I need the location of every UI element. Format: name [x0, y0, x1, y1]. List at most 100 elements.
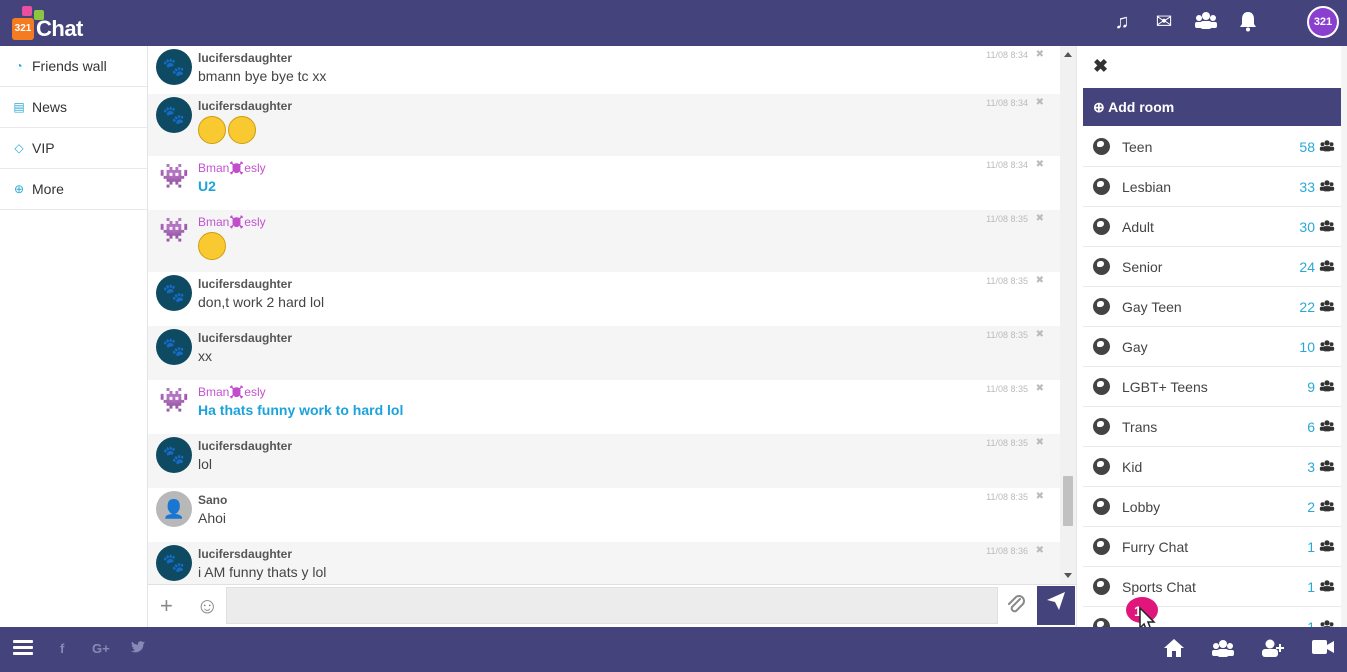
- emoji-icon[interactable]: ☺: [196, 593, 218, 619]
- message-username[interactable]: lucifersdaughter: [198, 542, 1060, 561]
- hamburger-menu-icon[interactable]: [13, 640, 33, 656]
- send-button[interactable]: [1037, 586, 1075, 625]
- room-user-count: 10: [1299, 339, 1315, 355]
- globe-icon: [1093, 378, 1110, 395]
- room-name: Trans: [1122, 419, 1158, 435]
- kiss-emoji-icon: [228, 116, 256, 144]
- smile-emoji-icon: [198, 232, 226, 260]
- message-username[interactable]: Bman☠️esly: [198, 156, 1060, 175]
- nav-item-more[interactable]: ⊕ More: [0, 169, 147, 210]
- google-plus-icon[interactable]: G+: [92, 641, 110, 656]
- message-username[interactable]: lucifersdaughter: [198, 272, 1060, 291]
- rooms-scrollbar[interactable]: [1341, 46, 1347, 627]
- room-item[interactable]: Gay 10: [1083, 327, 1343, 367]
- delete-message-icon[interactable]: ✖: [1036, 159, 1044, 170]
- room-name: Adult: [1122, 219, 1154, 235]
- chat-message: 🐾 lucifersdaughter i AM funny thats y lol 1…: [148, 542, 1060, 584]
- room-name: Gay Teen: [1122, 299, 1182, 315]
- paw-avatar-icon[interactable]: 🐾: [156, 49, 192, 85]
- add-room-button[interactable]: ⊕ Add room: [1083, 88, 1343, 126]
- devil-avatar-icon[interactable]: 👾: [156, 383, 192, 419]
- add-room-label: Add room: [1108, 99, 1175, 115]
- room-name: Kid: [1122, 459, 1143, 475]
- add-user-icon[interactable]: [1261, 638, 1285, 664]
- paw-avatar-icon[interactable]: 🐾: [156, 275, 192, 311]
- message-username[interactable]: lucifersdaughter: [198, 94, 1060, 113]
- delete-message-icon[interactable]: ✖: [1036, 491, 1044, 502]
- paw-avatar-icon[interactable]: 🐾: [156, 437, 192, 473]
- room-user-count: 33: [1299, 179, 1315, 195]
- paw-avatar-icon[interactable]: 🐾: [156, 97, 192, 133]
- delete-message-icon[interactable]: ✖: [1036, 97, 1044, 108]
- room-item[interactable]: Teen 58: [1083, 127, 1343, 167]
- users-icon[interactable]: [1211, 638, 1235, 664]
- delete-message-icon[interactable]: ✖: [1036, 545, 1044, 556]
- devil-avatar-icon[interactable]: 👾: [156, 159, 192, 195]
- room-item[interactable]: Adult 30: [1083, 207, 1343, 247]
- paperclip-icon[interactable]: [1006, 594, 1026, 622]
- message-username[interactable]: lucifersdaughter: [198, 434, 1060, 453]
- room-user-count: 9: [1307, 379, 1315, 395]
- room-item[interactable]: LGBT+ Teens 9: [1083, 367, 1343, 407]
- users-icon[interactable]: [1195, 10, 1217, 34]
- video-icon[interactable]: [1311, 638, 1335, 662]
- room-item[interactable]: Kid 3: [1083, 447, 1343, 487]
- nav-item-friends-wall[interactable]: ◔ Friends wall: [0, 46, 147, 87]
- devil-avatar-icon[interactable]: 👾: [156, 213, 192, 249]
- room-item[interactable]: Trans 6: [1083, 407, 1343, 447]
- users-icon: [1319, 539, 1335, 555]
- paw-avatar-icon[interactable]: 🐾: [156, 329, 192, 365]
- message-timestamp: 11/08 8:36: [986, 546, 1028, 556]
- home-icon[interactable]: [1163, 638, 1185, 664]
- scroll-down-arrow[interactable]: [1064, 573, 1072, 578]
- globe-icon: [1093, 258, 1110, 275]
- room-item[interactable]: Senior 24: [1083, 247, 1343, 287]
- room-user-count: 30: [1299, 219, 1315, 235]
- twitter-icon[interactable]: [131, 641, 145, 656]
- room-item[interactable]: Lobby 2: [1083, 487, 1343, 527]
- music-icon[interactable]: ♫: [1111, 10, 1133, 34]
- delete-message-icon[interactable]: ✖: [1036, 437, 1044, 448]
- room-user-count: 6: [1307, 419, 1315, 435]
- message-username[interactable]: lucifersdaughter: [198, 46, 1060, 65]
- logo[interactable]: 321 Chat: [12, 6, 92, 41]
- nav-item-news[interactable]: ▤ News: [0, 87, 147, 128]
- paw-avatar-icon[interactable]: 🐾: [156, 545, 192, 581]
- user-avatar[interactable]: 321: [1307, 6, 1339, 38]
- room-item[interactable]: Furry Chat 1: [1083, 527, 1343, 567]
- scroll-thumb[interactable]: [1063, 476, 1073, 526]
- chat-message: 👾 Bman☠️esly Ha thats funny work to hard l…: [148, 380, 1060, 434]
- plus-icon[interactable]: +: [160, 593, 173, 619]
- facebook-icon[interactable]: f: [60, 641, 64, 656]
- delete-message-icon[interactable]: ✖: [1036, 329, 1044, 340]
- default-avatar-icon[interactable]: 👤: [156, 491, 192, 527]
- chat-scrollbar[interactable]: [1060, 46, 1076, 584]
- message-username[interactable]: Bman☠️esly: [198, 380, 1060, 399]
- laughing-emoji-icon: [198, 116, 226, 144]
- message-username[interactable]: lucifersdaughter: [198, 326, 1060, 345]
- avatar-text: 321: [1309, 8, 1337, 36]
- globe-icon: [1093, 178, 1110, 195]
- plus-circle-icon: ⊕: [13, 182, 25, 196]
- message-text: U2: [198, 178, 216, 194]
- chat-message: 🐾 lucifersdaughter don,t work 2 hard lol 11…: [148, 272, 1060, 326]
- room-item[interactable]: Gay Teen 22: [1083, 287, 1343, 327]
- bell-icon[interactable]: [1237, 10, 1259, 34]
- nav-label: VIP: [32, 140, 55, 156]
- close-icon[interactable]: ✖: [1093, 56, 1108, 77]
- globe-icon: [1093, 338, 1110, 355]
- scroll-up-arrow[interactable]: [1064, 52, 1072, 57]
- delete-message-icon[interactable]: ✖: [1036, 383, 1044, 394]
- delete-message-icon[interactable]: ✖: [1036, 213, 1044, 224]
- top-icons: ♫ ✉: [1111, 10, 1259, 34]
- delete-message-icon[interactable]: ✖: [1036, 275, 1044, 286]
- message-username[interactable]: Sano: [198, 488, 1060, 507]
- envelope-icon[interactable]: ✉: [1153, 10, 1175, 34]
- room-item[interactable]: Lesbian 33: [1083, 167, 1343, 207]
- message-input[interactable]: [226, 587, 998, 624]
- message-timestamp: 11/08 8:34: [986, 160, 1028, 170]
- message-username[interactable]: Bman☠️esly: [198, 210, 1060, 229]
- room-name: Lobby: [1122, 499, 1161, 515]
- delete-message-icon[interactable]: ✖: [1036, 49, 1044, 60]
- nav-item-vip[interactable]: ◇ VIP: [0, 128, 147, 169]
